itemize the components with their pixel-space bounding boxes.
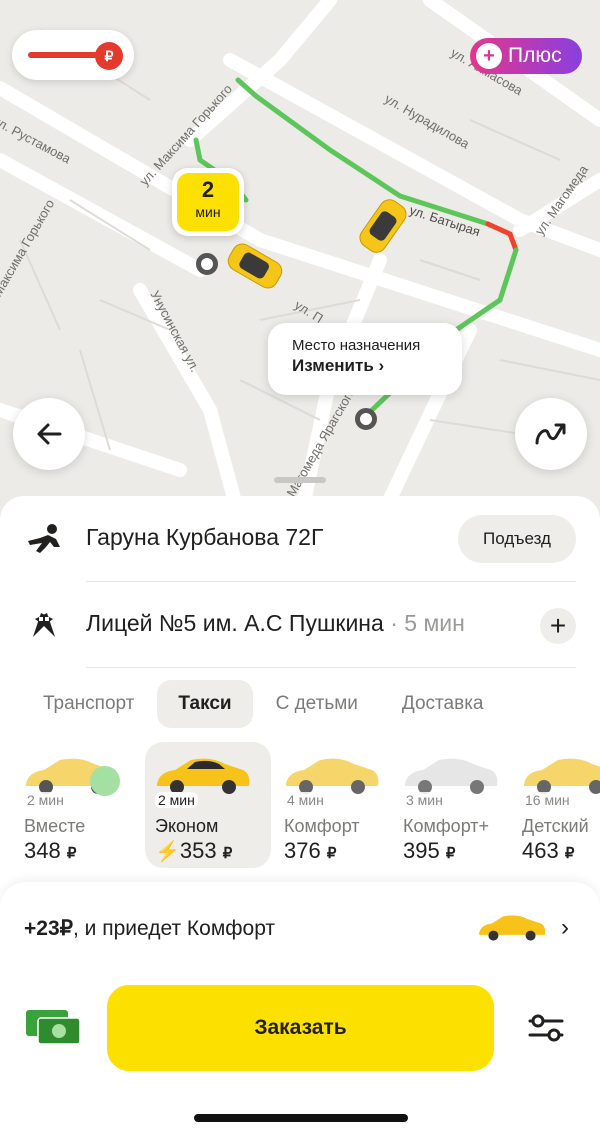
tariff-carousel[interactable]: 2 мин Вместе 348 ₽ 2 мин Эконом ⚡353 ₽ 4… [14,742,600,872]
tariff-name: Комфорт+ [403,816,490,836]
car-icon [524,758,600,794]
route-icon [535,423,566,445]
upsell-text: +23₽, и приедет Комфорт [24,916,276,940]
cash-payment-icon[interactable] [24,1008,82,1046]
eta-unit: мин [195,204,221,220]
tariff-card-kids[interactable]: 16 мин Детский 463 ₽ [512,742,600,868]
tariff-name: Вместе [24,816,86,836]
category-tabs: Транспорт Такси С детьми Доставка [22,680,507,728]
entrance-button[interactable]: Подъезд [458,515,576,563]
tariff-card-comfort-plus[interactable]: 3 мин Комфорт+ 395 ₽ [393,742,519,868]
tariff-card-together[interactable]: 2 мин Вместе 348 ₽ [14,742,140,868]
tariff-name: Детский [522,816,589,836]
tariff-time: 2 мин [155,792,198,808]
tariff-time: 4 мин [284,792,327,808]
car-icon [286,758,379,794]
pickup-pin-icon [196,253,218,275]
comfort-car-icon [479,915,546,941]
surge-ruble-icon: ₽ [95,42,123,70]
taxi-car-icon [359,199,407,253]
order-button[interactable]: Заказать [107,985,494,1071]
car-icon [405,758,498,794]
sheet-grabber[interactable] [274,477,326,483]
tariff-time: 16 мин [522,792,573,808]
tab-delivery[interactable]: Доставка [381,680,505,728]
tariff-time: 2 мин [24,792,67,808]
tariff-price: 376 ₽ [284,838,337,863]
arrow-left-icon [37,423,62,445]
settings-sliders-icon[interactable] [526,1012,566,1044]
destination-address-row[interactable]: Лицей №5 им. А.С Пушкина · 5 мин + [0,582,600,668]
pickup-address: Гаруна Курбанова 72Г [86,524,324,550]
order-panel: +23₽, и приедет Комфорт › Заказать [0,882,600,1135]
tab-with-kids[interactable]: С детьми [255,680,379,728]
tariff-price: 348 ₽ [24,838,77,863]
tariff-card-economy[interactable]: 2 мин Эконом ⚡353 ₽ [145,742,271,868]
finish-flags-icon [24,604,64,644]
plus-label: Плюс [508,44,562,67]
upsell-row[interactable]: +23₽, и приедет Комфорт › [24,882,584,974]
group-icon [90,766,120,796]
tariff-time: 3 мин [403,792,446,808]
walking-person-icon [24,518,64,558]
route-button[interactable] [515,398,587,470]
eta-value: 2 [201,177,215,202]
destination-time: 5 мин [404,610,465,636]
car-icon [157,758,250,794]
surge-indicator[interactable]: ₽ [12,30,134,80]
add-stop-button[interactable]: + [540,608,576,644]
order-sheet: Гаруна Курбанова 72Г Подъезд Лицей №5 им… [0,496,600,886]
plus-logo-icon: + [476,43,502,69]
destination-change-link[interactable]: Изменить › [292,356,462,376]
tariff-card-comfort[interactable]: 4 мин Комфорт 376 ₽ [274,742,400,868]
back-button[interactable] [13,398,85,470]
pickup-eta-badge: 2 мин [172,168,244,236]
destination-pin-icon [355,408,377,430]
destination-address: Лицей №5 им. А.С Пушкина · 5 мин [86,610,465,636]
tariff-name: Эконом [155,816,219,836]
tariff-price: 463 ₽ [522,838,575,863]
surge-bolt-icon: ⚡ [155,841,180,863]
tariff-name: Комфорт [284,816,360,836]
home-indicator[interactable] [194,1114,408,1122]
plus-subscription-button[interactable]: + Плюс [470,38,582,74]
chevron-right-icon: › [561,914,569,941]
tab-transport[interactable]: Транспорт [22,680,155,728]
tab-taxi[interactable]: Такси [157,680,253,728]
divider [86,667,576,668]
tariff-price: ⚡353 ₽ [155,838,233,863]
map[interactable]: ул. Рустамова ул. Максима Горького Макси… [0,0,600,520]
tariff-price: 395 ₽ [403,838,456,863]
destination-title: Место назначения [292,337,421,354]
pickup-address-row[interactable]: Гаруна Курбанова 72Г Подъезд [0,496,600,582]
destination-bubble[interactable]: Место назначения Изменить › [268,323,462,395]
